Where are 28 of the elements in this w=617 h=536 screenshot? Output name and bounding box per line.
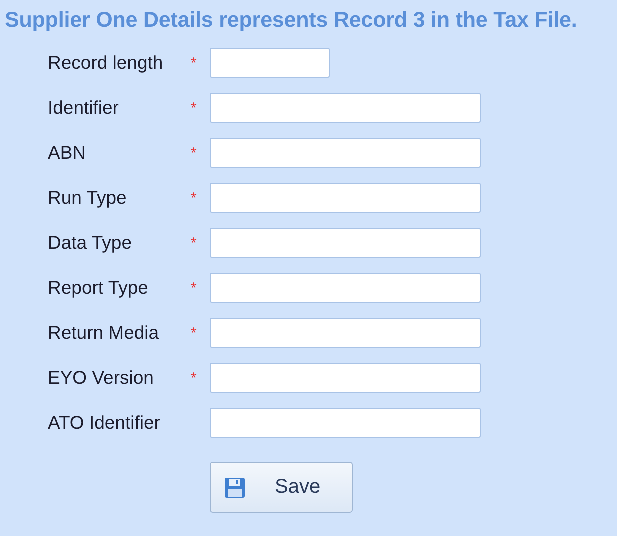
field-label: Report Type [48, 277, 150, 299]
field-label: ABN [48, 142, 88, 164]
required-mark: * [191, 54, 198, 72]
input-field[interactable] [210, 273, 481, 303]
required-mark: * [191, 100, 198, 116]
input-field[interactable] [210, 48, 330, 78]
required-mark: * [191, 280, 198, 296]
required-mark: * [191, 370, 198, 386]
input-field[interactable] [210, 183, 481, 213]
save-button[interactable]: Save [210, 462, 353, 513]
input-field[interactable] [210, 408, 481, 438]
field-label: Record length [48, 52, 164, 74]
field-label: Run Type [48, 187, 128, 209]
field-label: Identifier [48, 97, 120, 119]
required-mark: * [191, 324, 198, 342]
input-field[interactable] [210, 228, 481, 258]
required-mark: * [191, 234, 198, 252]
input-field[interactable] [210, 138, 481, 168]
field-label: Return Media [48, 322, 160, 344]
field-label: ATO Identifier [48, 412, 162, 434]
input-field[interactable] [210, 363, 481, 393]
input-field[interactable] [210, 93, 481, 123]
required-mark: * [191, 144, 198, 162]
field-label: Data Type [48, 232, 133, 254]
form-title: Supplier One Details represents Record 3 in the Tax File. [4, 7, 578, 33]
input-field[interactable] [210, 318, 481, 348]
required-mark: * [191, 190, 198, 206]
field-label: EYO Version [48, 367, 155, 389]
